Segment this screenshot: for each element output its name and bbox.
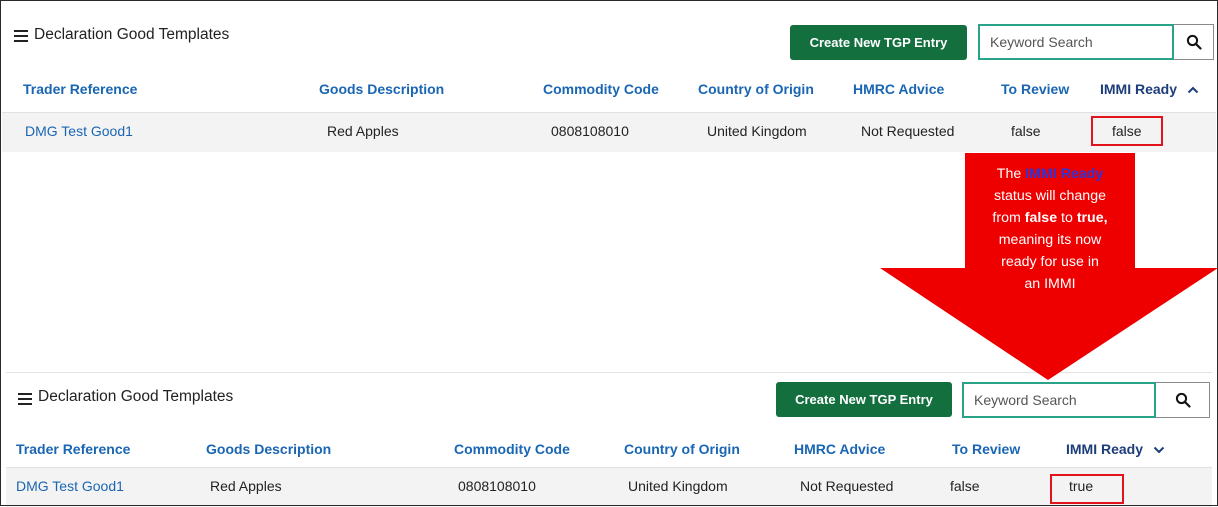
column-header-trader-reference[interactable]: Trader Reference — [23, 81, 137, 97]
column-header-to-review[interactable]: To Review — [1001, 81, 1069, 97]
table-row[interactable]: DMG Test Good1 Red Apples 0808108010 Uni… — [2, 112, 1216, 152]
callout-text: an IMMI — [1024, 276, 1076, 292]
create-new-tgp-entry-button[interactable]: Create New TGP Entry — [790, 25, 967, 60]
callout-text: from — [992, 210, 1025, 226]
page-title: Declaration Good Templates — [34, 26, 230, 43]
column-header-commodity-code[interactable]: Commodity Code — [543, 81, 659, 97]
goods-description-cell: Red Apples — [210, 478, 282, 494]
page-title: Declaration Good Templates — [38, 388, 234, 405]
search-icon — [1186, 34, 1202, 50]
panel-toolbar: Declaration Good Templates Create New TG… — [2, 2, 1216, 70]
goods-description-cell: Red Apples — [327, 123, 399, 139]
column-header-hmrc-advice[interactable]: HMRC Advice — [853, 81, 944, 97]
hamburger-menu-icon[interactable] — [18, 393, 32, 405]
table-row[interactable]: DMG Test Good1 Red Apples 0808108010 Uni… — [6, 467, 1212, 507]
callout-text: meaning its now — [998, 232, 1102, 248]
templates-panel-after: Declaration Good Templates Create New TG… — [6, 372, 1212, 507]
column-header-immi-ready[interactable]: IMMI Ready — [1100, 81, 1199, 97]
column-header-label: IMMI Ready — [1100, 81, 1178, 97]
keyword-search-input[interactable]: Keyword Search — [978, 24, 1174, 60]
trader-reference-link[interactable]: DMG Test Good1 — [25, 123, 133, 139]
immi-ready-highlight-box — [1091, 116, 1163, 146]
immi-ready-highlight-box — [1050, 474, 1124, 504]
column-header-label: IMMI Ready — [1066, 441, 1144, 457]
column-header-hmrc-advice[interactable]: HMRC Advice — [794, 441, 885, 457]
create-new-tgp-entry-button[interactable]: Create New TGP Entry — [776, 382, 952, 417]
search-icon — [1175, 392, 1191, 408]
callout-from-value: false — [1024, 210, 1058, 226]
chevron-up-icon — [1187, 86, 1199, 94]
chevron-down-icon — [1153, 447, 1165, 454]
commodity-code-cell: 0808108010 — [551, 123, 629, 139]
templates-panel-before: Declaration Good Templates Create New TG… — [2, 2, 1216, 154]
column-header-country-of-origin[interactable]: Country of Origin — [698, 81, 814, 97]
hmrc-advice-cell: Not Requested — [800, 478, 894, 494]
country-of-origin-cell: United Kingdom — [707, 123, 807, 139]
trader-reference-link[interactable]: DMG Test Good1 — [16, 478, 124, 494]
column-header-goods-description[interactable]: Goods Description — [319, 81, 444, 97]
callout-text: to — [1057, 210, 1077, 226]
column-header-country-of-origin[interactable]: Country of Origin — [624, 441, 740, 457]
annotation-callout: The IMMI Ready status will change from f… — [965, 153, 1135, 323]
keyword-search-input[interactable]: Keyword Search — [962, 382, 1156, 418]
callout-to-value: true, — [1076, 210, 1108, 226]
column-header-trader-reference[interactable]: Trader Reference — [16, 441, 130, 457]
column-header-commodity-code[interactable]: Commodity Code — [454, 441, 570, 457]
commodity-code-cell: 0808108010 — [458, 478, 536, 494]
country-of-origin-cell: United Kingdom — [628, 478, 728, 494]
callout-text: The — [996, 166, 1026, 182]
search-button[interactable] — [1156, 382, 1210, 418]
to-review-cell: false — [1011, 123, 1041, 139]
to-review-cell: false — [950, 478, 980, 494]
column-header-immi-ready[interactable]: IMMI Ready — [1066, 441, 1165, 457]
callout-text: status will change — [994, 188, 1106, 204]
search-button[interactable] — [1174, 24, 1214, 60]
hamburger-menu-icon[interactable] — [14, 30, 28, 42]
column-header-goods-description[interactable]: Goods Description — [206, 441, 331, 457]
hmrc-advice-cell: Not Requested — [861, 123, 955, 139]
callout-text: ready for use in — [1001, 254, 1099, 270]
callout-highlight: IMMI Ready — [1025, 166, 1104, 182]
column-header-to-review[interactable]: To Review — [952, 441, 1020, 457]
panel-toolbar: Declaration Good Templates Create New TG… — [6, 373, 1212, 441]
